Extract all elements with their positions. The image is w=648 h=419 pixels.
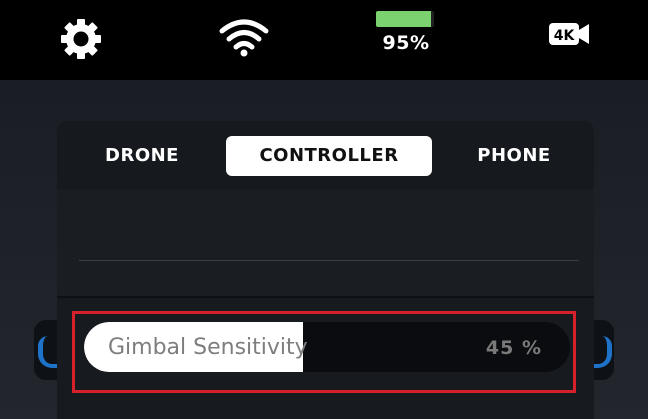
app-screen: 95% 4K DRONE CONTROLLER PHONE Gimbal Sen… (0, 0, 648, 419)
battery-percentage: 95% (382, 32, 430, 54)
tab-drone[interactable]: DRONE (77, 136, 207, 176)
divider (79, 260, 579, 261)
gimbal-sensitivity-label: Gimbal Sensitivity (108, 335, 308, 360)
settings-row-gimbal: Gimbal Sensitivity 45 % (57, 298, 594, 419)
wifi-icon[interactable] (218, 16, 270, 58)
gimbal-sensitivity-value: 45 % (485, 337, 542, 359)
4k-video-camera-icon[interactable]: 4K (548, 20, 590, 48)
battery-indicator (376, 11, 434, 27)
settings-row-empty (57, 189, 594, 296)
tab-bar: DRONE CONTROLLER PHONE (57, 121, 594, 189)
gimbal-sensitivity-slider[interactable]: Gimbal Sensitivity 45 % (84, 322, 570, 372)
status-bar: 95% 4K (0, 0, 648, 80)
right-side-control (589, 320, 614, 380)
camera-resolution-label: 4K (554, 28, 576, 44)
tab-phone[interactable]: PHONE (449, 136, 579, 176)
settings-panel: DRONE CONTROLLER PHONE Gimbal Sensitivit… (57, 121, 594, 419)
gear-icon[interactable] (59, 17, 103, 61)
tab-controller[interactable]: CONTROLLER (226, 136, 432, 176)
battery-fill (376, 11, 432, 27)
